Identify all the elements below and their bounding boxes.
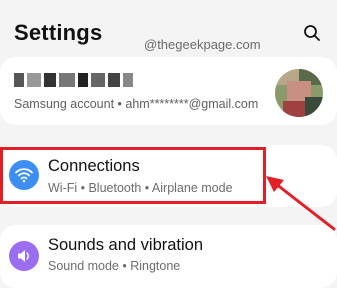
sounds-icon-badge [9,241,39,271]
search-icon [304,25,320,41]
highlight-box [0,147,266,204]
avatar[interactable] [275,69,323,117]
watermark: @thegeekpage.com [144,37,261,52]
sounds-card[interactable] [0,225,337,288]
account-name-redacted [14,72,133,88]
sounds-subtitle: Sound mode • Ringtone [48,259,181,273]
sounds-title: Sounds and vibration [48,236,204,254]
search-button[interactable] [299,20,325,46]
account-subtitle: Samsung account • ahm********@gmail.com [14,97,259,111]
annotation-arrow [266,176,336,231]
speaker-icon [18,250,29,262]
page-title: Settings [14,20,103,45]
